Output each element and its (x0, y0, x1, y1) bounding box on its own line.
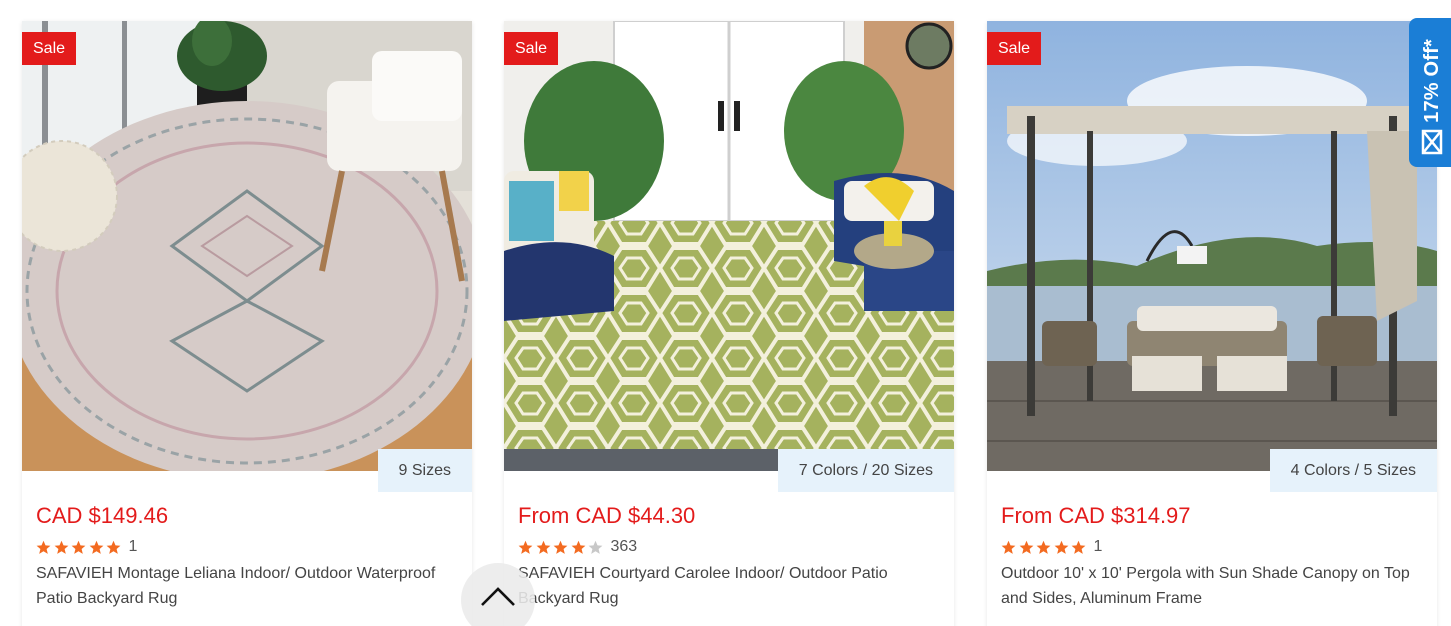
review-count: 363 (610, 538, 638, 555)
star-filled-icon (1054, 540, 1069, 555)
star-filled-icon (106, 540, 121, 555)
chevron-up-icon (481, 587, 515, 606)
star-filled-icon (536, 540, 551, 555)
sale-badge: Sale (987, 32, 1042, 65)
options-badge[interactable]: 4 Colors / 5 Sizes (1269, 449, 1437, 492)
star-filled-icon (89, 540, 104, 555)
star-filled-icon (71, 540, 86, 555)
star-filled-icon (1001, 540, 1016, 555)
star-filled-icon (1071, 540, 1086, 555)
promo-label: 17% Off* (1420, 39, 1443, 123)
star-filled-icon (1019, 540, 1034, 555)
star-filled-icon (36, 540, 51, 555)
product-image[interactable] (987, 21, 1437, 471)
review-count: 1 (128, 538, 138, 555)
product-card[interactable]: Sale 4 Colors / 5 Sizes From CAD $314.97… (987, 21, 1437, 626)
product-image[interactable] (22, 21, 472, 471)
rating[interactable]: 1 (36, 537, 137, 557)
sale-badge: Sale (504, 32, 559, 65)
product-title[interactable]: SAFAVIEH Courtyard Carolee Indoor/ Outdo… (518, 561, 940, 611)
options-badge[interactable]: 9 Sizes (377, 449, 472, 492)
promo-discount-tab[interactable]: 17% Off* (1409, 18, 1451, 167)
star-filled-icon (54, 540, 69, 555)
product-price: From CAD $314.97 (1001, 503, 1191, 528)
product-title[interactable]: SAFAVIEH Montage Leliana Indoor/ Outdoor… (36, 561, 458, 611)
rating[interactable]: 1 (1001, 537, 1102, 557)
product-image[interactable] (504, 21, 954, 471)
star-filled-icon (518, 540, 533, 555)
product-card[interactable]: Sale 7 Colors / 20 Sizes From CAD $44.30… (504, 21, 954, 626)
star-filled-icon (571, 540, 586, 555)
star-rating (518, 540, 606, 555)
product-price: CAD $149.46 (36, 503, 169, 528)
star-filled-icon (1036, 540, 1051, 555)
envelope-icon (1421, 129, 1443, 155)
star-filled-icon (553, 540, 568, 555)
product-title[interactable]: Outdoor 10' x 10' Pergola with Sun Shade… (1001, 561, 1423, 611)
product-card[interactable]: Sale 9 Sizes CAD $149.46 1 SAFAVIEH Mont… (22, 21, 472, 626)
product-grid: Sale 9 Sizes CAD $149.46 1 SAFAVIEH Mont… (0, 0, 1451, 626)
options-badge[interactable]: 7 Colors / 20 Sizes (777, 449, 954, 492)
star-rating (1001, 540, 1089, 555)
product-price: From CAD $44.30 (518, 503, 696, 528)
star-empty-icon (588, 540, 603, 555)
review-count: 1 (1093, 538, 1103, 555)
star-rating (36, 540, 124, 555)
sale-badge: Sale (22, 32, 77, 65)
rating[interactable]: 363 (518, 537, 637, 557)
